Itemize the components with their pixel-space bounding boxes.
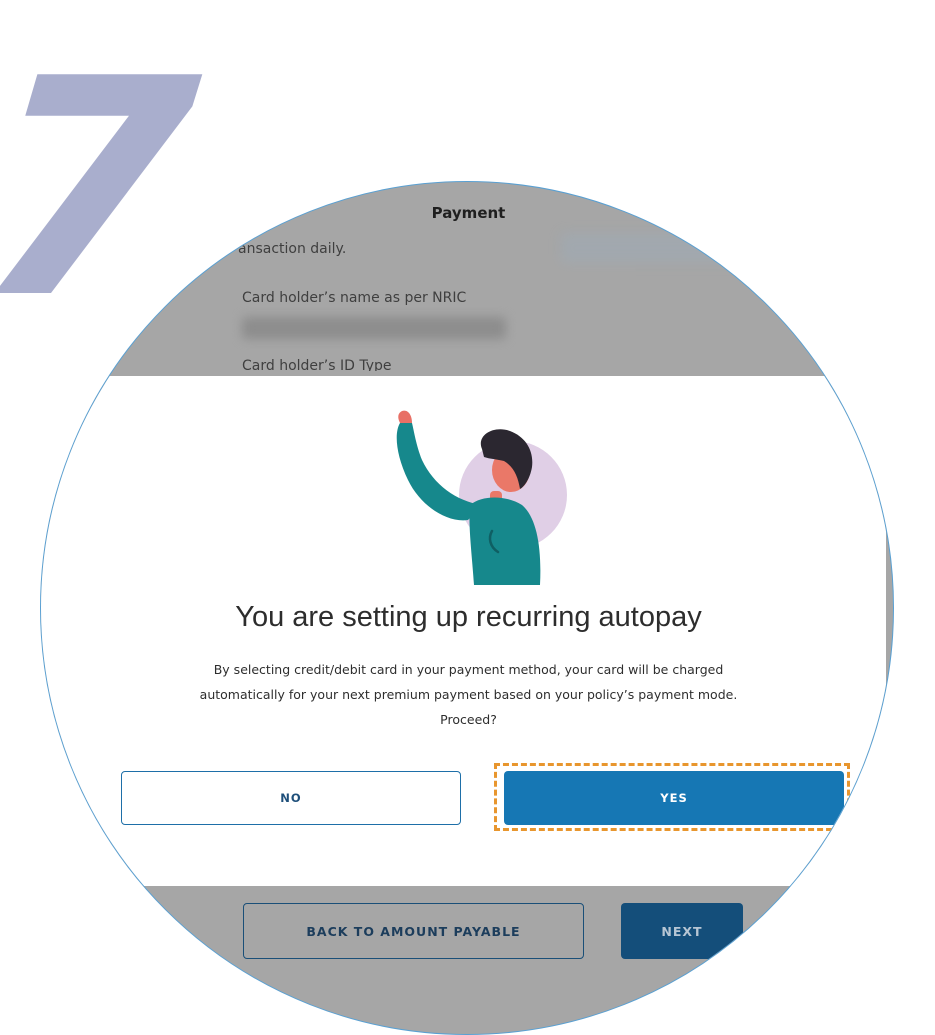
card-holder-name-value-blurred bbox=[242, 317, 506, 339]
yes-button[interactable]: YES bbox=[504, 771, 844, 825]
magnified-view: Payment ansaction daily. Card holder’s n… bbox=[40, 181, 894, 1035]
background-strip bbox=[561, 233, 893, 263]
next-button[interactable]: NEXT bbox=[621, 903, 743, 959]
no-button[interactable]: NO bbox=[121, 771, 461, 825]
back-to-amount-payable-button[interactable]: BACK TO AMOUNT PAYABLE bbox=[243, 903, 584, 959]
modal-body: By selecting credit/debit card in your p… bbox=[131, 657, 806, 732]
modal-body-line: By selecting credit/debit card in your p… bbox=[213, 662, 724, 677]
card-holder-name-label: Card holder’s name as per NRIC bbox=[242, 290, 467, 306]
card-holder-id-type-label: Card holder’s ID Type bbox=[242, 358, 392, 371]
modal-title: You are setting up recurring autopay bbox=[235, 601, 702, 633]
modal-body-line: Proceed? bbox=[440, 712, 497, 727]
waving-person-illustration bbox=[396, 410, 567, 585]
close-icon[interactable]: × bbox=[845, 387, 863, 409]
page-title: Payment bbox=[431, 204, 506, 222]
partial-text: ansaction daily. bbox=[238, 241, 347, 257]
modal-body-line: automatically for your next premium paym… bbox=[199, 687, 738, 702]
